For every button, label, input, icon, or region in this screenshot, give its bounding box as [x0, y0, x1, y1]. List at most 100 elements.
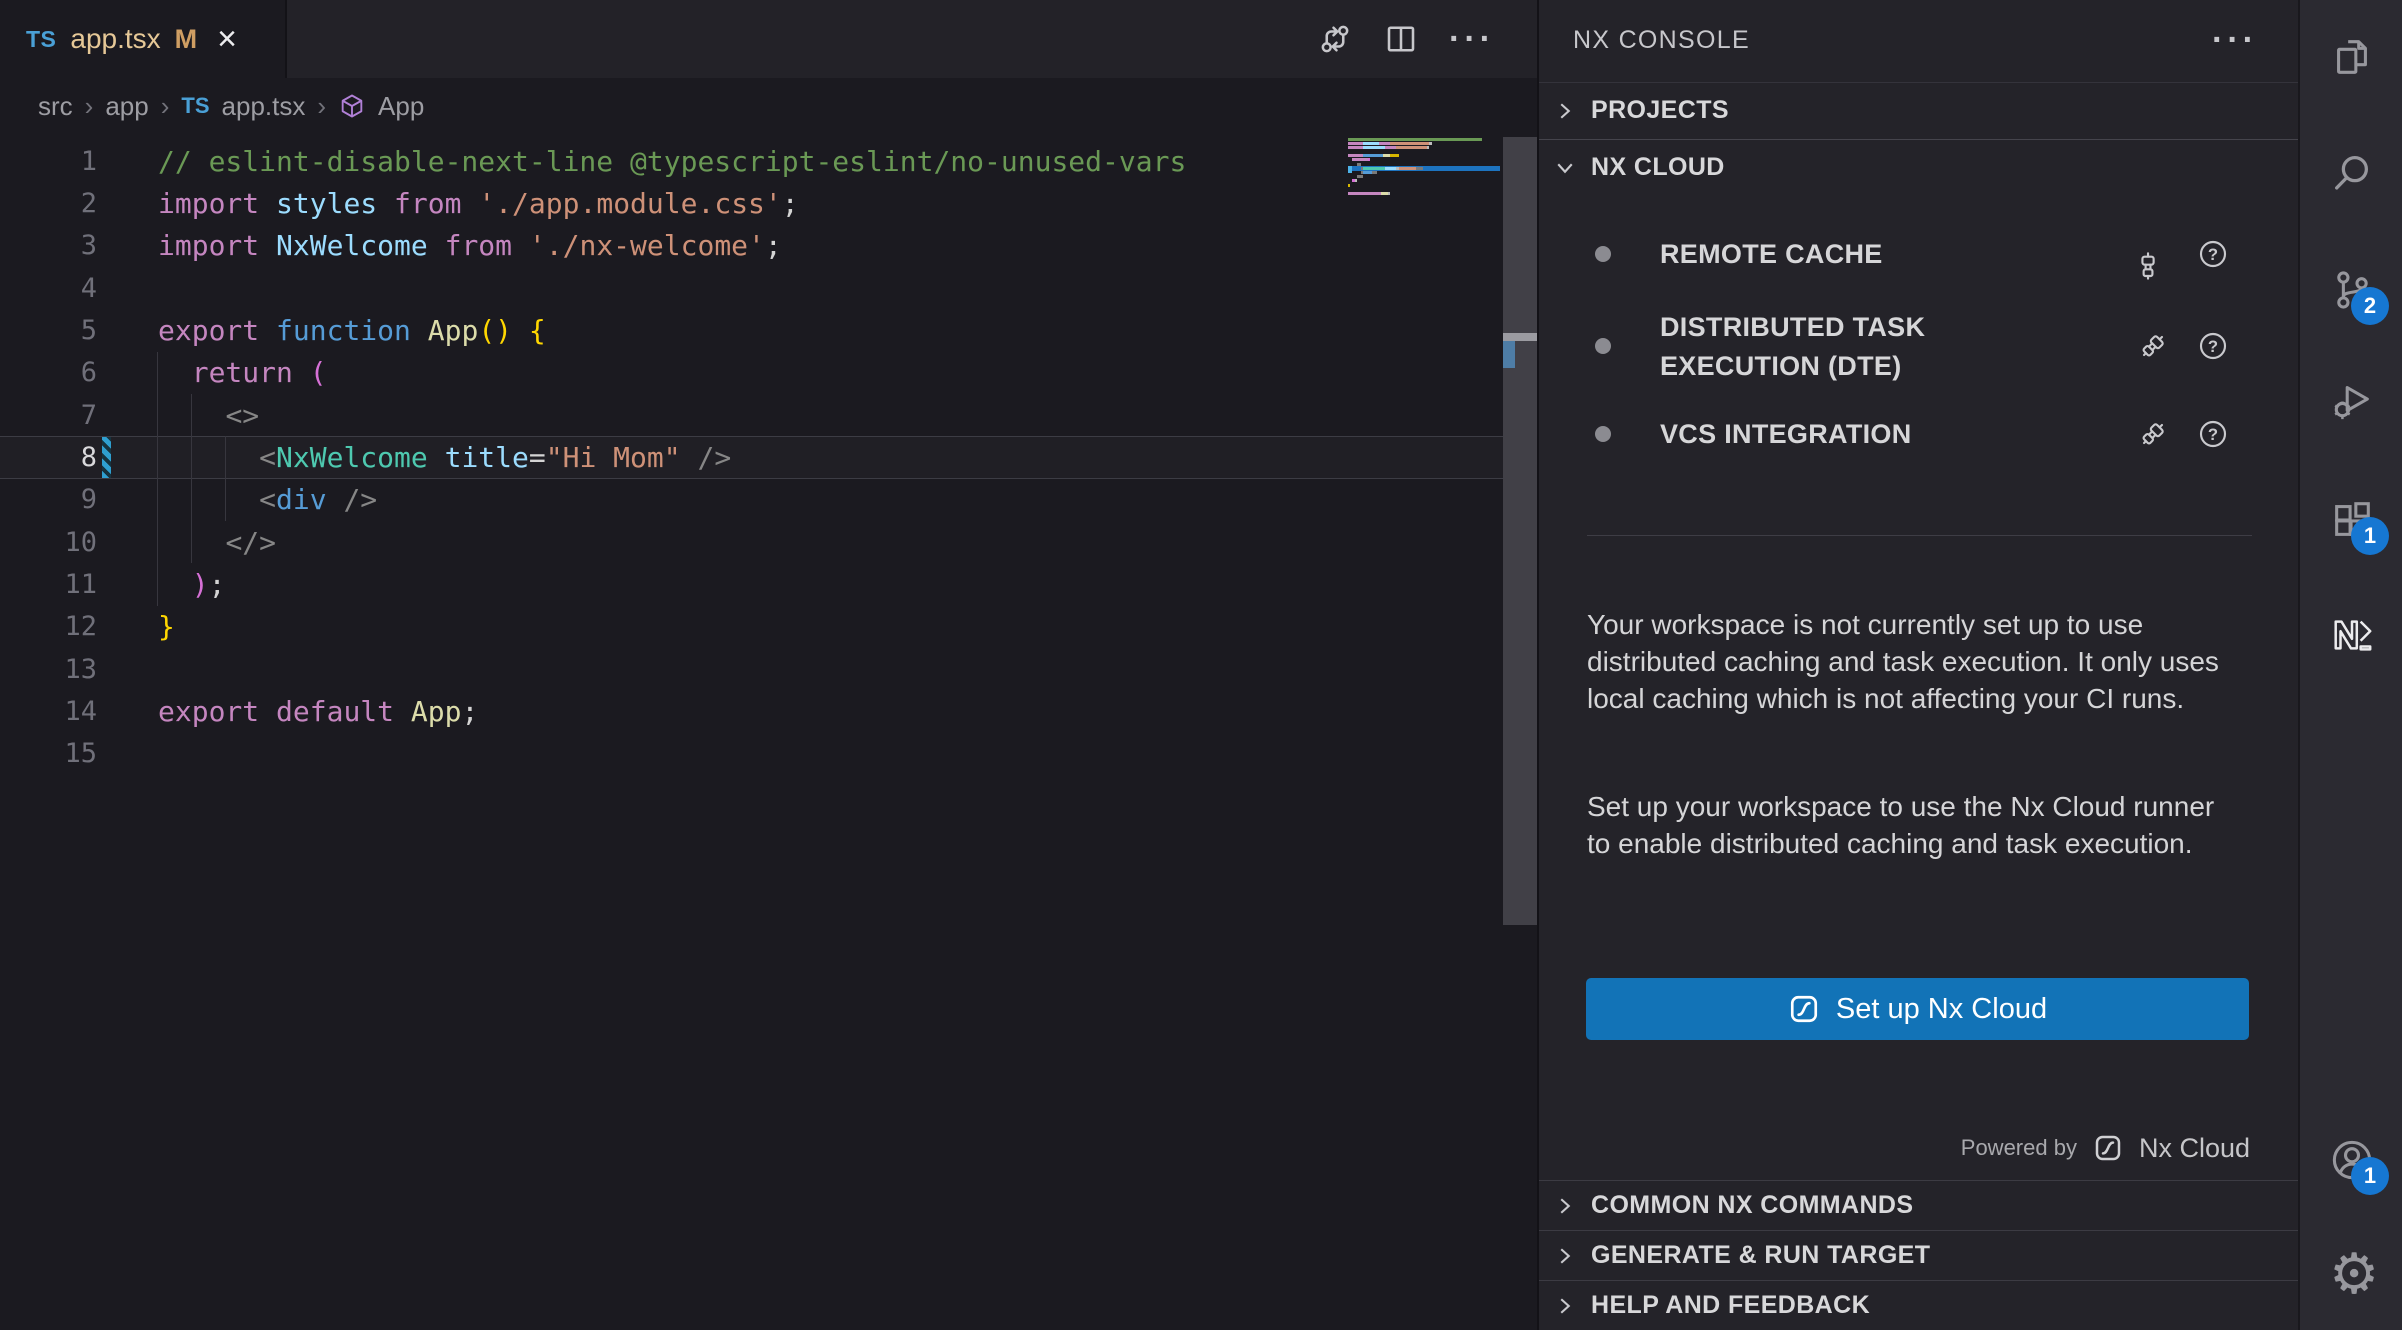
- extensions-icon[interactable]: 1: [2329, 497, 2375, 543]
- connect-icon[interactable]: [2137, 330, 2169, 362]
- code-token: "Hi Mom": [546, 441, 681, 474]
- section-label: GENERATE & RUN TARGET: [1591, 1241, 1930, 1270]
- section-nx-cloud[interactable]: NX CLOUD: [1539, 139, 2298, 195]
- source-control-icon[interactable]: 2: [2329, 267, 2375, 313]
- code-text: );: [158, 568, 225, 601]
- setup-button-label: Set up Nx Cloud: [1836, 993, 2047, 1026]
- chevron-right-icon: ›: [161, 91, 170, 122]
- section-common-nx-commands[interactable]: COMMON NX COMMANDS: [1539, 1180, 2298, 1230]
- code-area[interactable]: 1// eslint-disable-next-line @typescript…: [0, 134, 1503, 1330]
- code-line[interactable]: 7 <>: [0, 394, 1503, 436]
- chevron-right-icon: [1553, 1194, 1577, 1218]
- code-line[interactable]: 13: [0, 648, 1503, 690]
- setup-nx-cloud-button[interactable]: Set up Nx Cloud: [1586, 978, 2249, 1040]
- minimap-token: [1352, 158, 1367, 161]
- code-line[interactable]: 15: [0, 733, 1503, 775]
- editor-more-actions-icon[interactable]: ···: [1449, 29, 1495, 49]
- minimap-token: [1388, 192, 1390, 195]
- minimap-token: [1379, 142, 1390, 145]
- minimap-token: [1381, 192, 1388, 195]
- powered-by: Powered by Nx Cloud: [1961, 1125, 2250, 1171]
- settings-gear-icon[interactable]: ⚙: [2329, 1252, 2375, 1298]
- vertical-scrollbar[interactable]: [1503, 137, 1537, 925]
- line-number: 9: [0, 484, 97, 515]
- minimap-token: [1348, 184, 1350, 187]
- code-line[interactable]: 14export default App;: [0, 690, 1503, 732]
- code-line[interactable]: 6 return (: [0, 352, 1503, 394]
- section-projects[interactable]: PROJECTS: [1539, 82, 2298, 138]
- code-token: './app.module.css': [478, 187, 781, 220]
- minimap[interactable]: [1348, 137, 1500, 200]
- run-debug-icon[interactable]: [2329, 377, 2375, 423]
- cloud-item-remote-cache: REMOTE CACHE ?: [1539, 228, 2298, 280]
- nx-console-panel: NX CONSOLE ··· PROJECTS NX CLOUD REMOTE …: [1537, 0, 2298, 1330]
- code-token: (: [310, 356, 327, 389]
- code-text: </>: [158, 526, 276, 559]
- typescript-file-icon: TS: [181, 93, 209, 119]
- status-dot-icon: [1595, 426, 1611, 442]
- chevron-right-icon: ›: [317, 91, 326, 122]
- status-dot-icon: [1595, 246, 1611, 262]
- code-line[interactable]: 1// eslint-disable-next-line @typescript…: [0, 140, 1503, 182]
- help-icon[interactable]: ?: [2197, 418, 2229, 450]
- code-line[interactable]: 11 );: [0, 563, 1503, 605]
- workspace-status-text: Your workspace is not currently set up t…: [1587, 606, 2227, 717]
- line-number: 12: [0, 611, 97, 642]
- code-token: App: [411, 695, 462, 728]
- line-number: 3: [0, 230, 97, 261]
- code-line[interactable]: 8 <NxWelcome title="Hi Mom" />: [0, 436, 1503, 478]
- panel-title: NX CONSOLE: [1573, 26, 1750, 55]
- breadcrumb-src[interactable]: src: [38, 91, 73, 122]
- help-icon[interactable]: ?: [2197, 238, 2229, 270]
- minimap-token: [1357, 163, 1361, 166]
- code-lines: 1// eslint-disable-next-line @typescript…: [0, 140, 1503, 775]
- code-token: [158, 356, 192, 389]
- code-token: export: [158, 314, 276, 347]
- code-token: =: [529, 441, 546, 474]
- typescript-file-icon: TS: [26, 26, 56, 53]
- minimap-modified-marker: [1348, 166, 1352, 173]
- help-icon[interactable]: ?: [2197, 330, 2229, 362]
- code-line[interactable]: 2import styles from './app.module.css';: [0, 182, 1503, 224]
- code-token: div: [276, 483, 343, 516]
- code-line[interactable]: 5export function App() {: [0, 309, 1503, 351]
- connect-icon[interactable]: [2137, 238, 2169, 270]
- code-line[interactable]: 10 </>: [0, 521, 1503, 563]
- panel-more-actions-icon[interactable]: ···: [2212, 30, 2258, 50]
- code-token: ;: [209, 568, 226, 601]
- svg-text:?: ?: [2208, 425, 2218, 444]
- tab-app-tsx[interactable]: TS app.tsx M ×: [0, 0, 287, 78]
- chevron-right-icon: [1553, 1294, 1577, 1318]
- code-text: }: [158, 610, 175, 643]
- section-label: HELP AND FEEDBACK: [1591, 1291, 1870, 1320]
- search-icon[interactable]: [2329, 150, 2375, 196]
- section-help-and-feedback[interactable]: HELP AND FEEDBACK: [1539, 1280, 2298, 1330]
- code-line[interactable]: 12}: [0, 606, 1503, 648]
- line-number: 13: [0, 654, 97, 685]
- breadcrumb-file[interactable]: app.tsx: [222, 91, 306, 122]
- extensions-badge: 1: [2351, 517, 2389, 555]
- tab-bar: TS app.tsx M × ···: [0, 0, 1537, 78]
- code-line[interactable]: 9 <div />: [0, 479, 1503, 521]
- code-token: <>: [225, 399, 259, 432]
- modified-indicator: M: [175, 24, 198, 55]
- nx-console-icon[interactable]: [2329, 612, 2375, 658]
- code-token: return: [192, 356, 310, 389]
- breadcrumb-symbol[interactable]: App: [378, 91, 424, 122]
- code-line[interactable]: 4: [0, 267, 1503, 309]
- line-number: 11: [0, 569, 97, 600]
- split-editor-icon[interactable]: [1383, 21, 1419, 57]
- breadcrumb-app[interactable]: app: [105, 91, 148, 122]
- section-generate-run-target[interactable]: GENERATE & RUN TARGET: [1539, 1230, 2298, 1280]
- close-tab-icon[interactable]: ×: [217, 22, 237, 56]
- explorer-icon[interactable]: [2329, 34, 2375, 80]
- code-text: return (: [158, 356, 327, 389]
- minimap-token: [1383, 154, 1390, 157]
- cloud-item-label: REMOTE CACHE: [1660, 235, 1883, 274]
- code-line[interactable]: 3import NxWelcome from './nx-welcome';: [0, 225, 1503, 267]
- account-icon[interactable]: 1: [2329, 1137, 2375, 1183]
- connect-icon[interactable]: [2137, 418, 2169, 450]
- minimap-token: [1363, 154, 1383, 157]
- open-changes-icon[interactable]: [1317, 21, 1353, 57]
- code-token: ;: [765, 229, 782, 262]
